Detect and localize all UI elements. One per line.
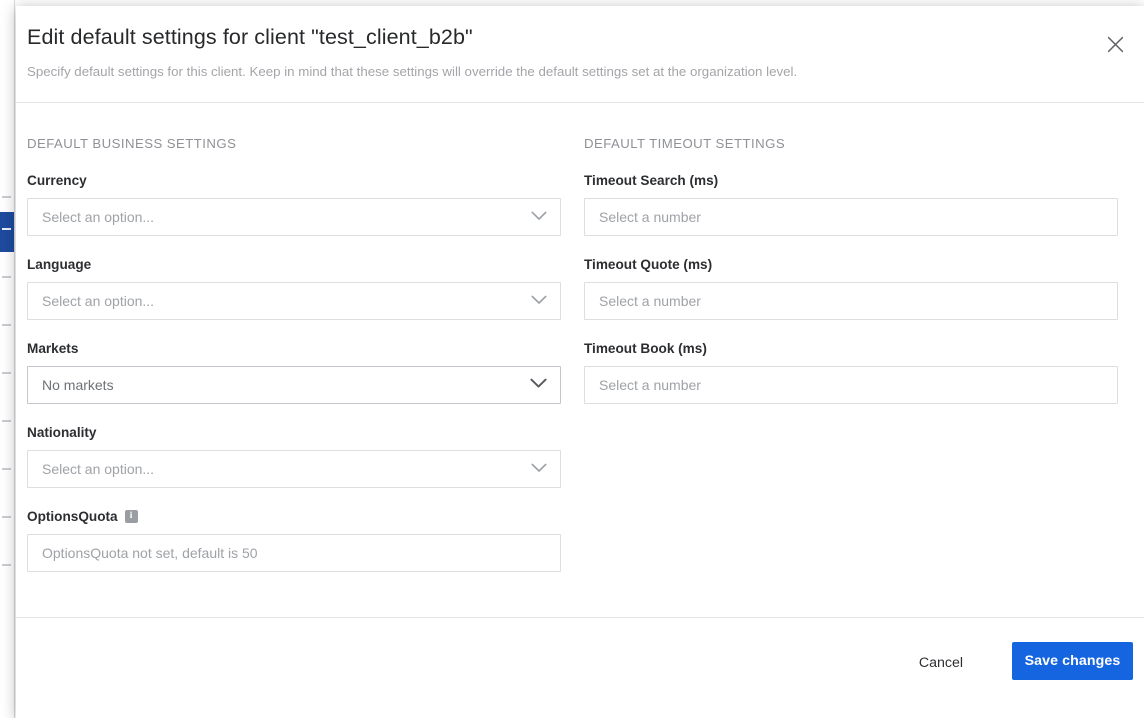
background-sidebar-active-item [0, 212, 14, 252]
background-sidebar-line [2, 196, 11, 198]
background-sidebar-line [2, 468, 11, 470]
options-quota-input[interactable]: OptionsQuota not set, default is 50 [27, 534, 561, 572]
field-timeout-search: Timeout Search (ms) Select a number [584, 172, 1118, 236]
save-changes-button[interactable]: Save changes [1012, 642, 1133, 680]
background-sidebar-line [2, 420, 11, 422]
field-markets: Markets No markets [27, 340, 561, 404]
chevron-down-icon [531, 208, 547, 226]
background-sidebar-line [2, 324, 11, 326]
timeout-quote-input[interactable]: Select a number [584, 282, 1118, 320]
currency-label: Currency [27, 173, 87, 188]
dialog-header: Edit default settings for client "test_c… [16, 6, 1144, 103]
field-timeout-book: Timeout Book (ms) Select a number [584, 340, 1118, 404]
timeout-search-input[interactable]: Select a number [584, 198, 1118, 236]
background-sidebar-line [2, 276, 11, 278]
close-icon [1107, 36, 1124, 53]
timeout-book-input[interactable]: Select a number [584, 366, 1118, 404]
timeout-book-label: Timeout Book (ms) [584, 341, 707, 356]
timeout-quote-label: Timeout Quote (ms) [584, 257, 713, 272]
nationality-value: Select an option... [42, 461, 155, 477]
field-language: Language Select an option... [27, 256, 561, 320]
chevron-down-icon [531, 460, 547, 478]
background-sidebar [0, 0, 15, 718]
timeout-settings-column: DEFAULT TIMEOUT SETTINGS Timeout Search … [584, 103, 1118, 404]
options-quota-label-text: OptionsQuota [27, 509, 118, 524]
background-sidebar-line [2, 516, 11, 518]
dialog-subtitle: Specify default settings for this client… [27, 64, 798, 79]
business-settings-heading: DEFAULT BUSINESS SETTINGS [27, 136, 237, 151]
chevron-down-icon [530, 376, 547, 394]
markets-value: No markets [42, 377, 114, 393]
timeout-settings-heading: DEFAULT TIMEOUT SETTINGS [584, 136, 786, 151]
language-label: Language [27, 257, 92, 272]
nationality-select[interactable]: Select an option... [27, 450, 561, 488]
timeout-search-placeholder: Select a number [599, 209, 701, 225]
timeout-book-placeholder: Select a number [599, 377, 701, 393]
timeout-search-label: Timeout Search (ms) [584, 173, 719, 188]
markets-select[interactable]: No markets [27, 366, 561, 404]
background-sidebar-line [2, 228, 11, 230]
timeout-quote-placeholder: Select a number [599, 293, 701, 309]
dialog-body: DEFAULT BUSINESS SETTINGS Currency Selec… [16, 103, 1144, 617]
dialog-title: Edit default settings for client "test_c… [27, 25, 473, 49]
cancel-button[interactable]: Cancel [909, 647, 973, 679]
options-quota-placeholder: OptionsQuota not set, default is 50 [42, 545, 258, 561]
field-timeout-quote: Timeout Quote (ms) Select a number [584, 256, 1118, 320]
field-options-quota: OptionsQuota i OptionsQuota not set, def… [27, 508, 561, 572]
language-select[interactable]: Select an option... [27, 282, 561, 320]
close-dialog-button[interactable] [1098, 27, 1132, 61]
chevron-down-icon [531, 292, 547, 310]
edit-default-settings-dialog: Edit default settings for client "test_c… [16, 6, 1144, 718]
markets-label: Markets [27, 341, 79, 356]
nationality-label: Nationality [27, 425, 97, 440]
field-currency: Currency Select an option... [27, 172, 561, 236]
options-quota-label: OptionsQuota i [27, 508, 561, 525]
field-nationality: Nationality Select an option... [27, 424, 561, 488]
currency-select[interactable]: Select an option... [27, 198, 561, 236]
info-icon[interactable]: i [124, 510, 138, 523]
dialog-footer: Cancel Save changes [16, 617, 1144, 717]
background-sidebar-line [2, 564, 11, 566]
background-sidebar-line [2, 372, 11, 374]
business-settings-column: DEFAULT BUSINESS SETTINGS Currency Selec… [27, 103, 561, 572]
currency-value: Select an option... [42, 209, 155, 225]
language-value: Select an option... [42, 293, 155, 309]
